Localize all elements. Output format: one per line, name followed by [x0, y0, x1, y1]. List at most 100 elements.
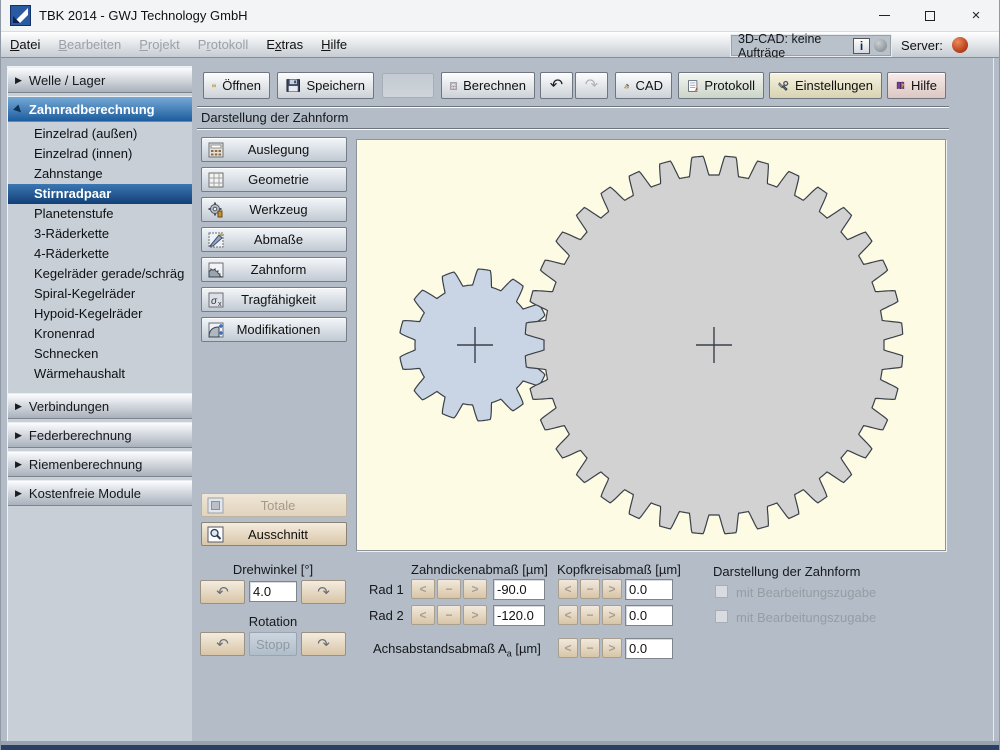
rotation-cw-button[interactable]: ↷ [301, 632, 346, 656]
rad2-prev-button[interactable]: < [411, 605, 435, 625]
rad2-reset-button[interactable]: − [437, 605, 461, 625]
sidebar-item-4-raederkette[interactable]: 4-Räderkette [8, 244, 192, 264]
rotation-ccw-button[interactable]: ↶ [200, 632, 245, 656]
save-button[interactable]: Speichern [277, 72, 374, 99]
auslegung-button[interactable]: Auslegung [201, 137, 347, 162]
sidebar-item-spiral-kegelraeder[interactable]: Spiral-Kegelräder [8, 284, 192, 304]
rad1-reset-button[interactable]: − [437, 579, 461, 599]
kopfkreis1-next-button[interactable]: > [602, 579, 622, 599]
abmasse-button[interactable]: Abmaße [201, 227, 347, 252]
sidebar-item-zahnstange[interactable]: Zahnstange [8, 164, 192, 184]
view-header-title: Darstellung der Zahnform [201, 110, 349, 125]
protocol-document-icon [688, 79, 698, 92]
svg-text:?: ? [901, 83, 904, 88]
achsabstand-next-button[interactable]: > [602, 638, 622, 658]
chevron-right-icon: > [608, 641, 616, 655]
rotate-ccw-icon: ↶ [216, 584, 229, 601]
kopfkreis2-next-button[interactable]: > [602, 605, 622, 625]
chevron-right-icon: > [608, 608, 616, 622]
drehwinkel-input[interactable] [249, 581, 297, 602]
collapsed-arrow-icon: ▶ [15, 429, 22, 440]
kopfkreis2-input[interactable] [625, 605, 673, 626]
achsabstand-prev-button[interactable]: < [558, 638, 578, 658]
menu-extras[interactable]: Extras [257, 32, 312, 57]
zahnform-canvas[interactable] [356, 139, 946, 551]
sidebar-item-waermehaushalt[interactable]: Wärmehaushalt [8, 364, 192, 384]
chevron-left-icon: < [564, 641, 572, 655]
menu-bar: Datei Bearbeiten Projekt Protokoll Extra… [1, 32, 999, 60]
achsabstand-input[interactable] [625, 638, 673, 659]
rotate-ccw-button[interactable]: ↶ [200, 580, 245, 604]
rad1-next-button[interactable]: > [463, 579, 487, 599]
kopfkreis2-prev-button[interactable]: < [558, 605, 578, 625]
achsabstand-reset-button[interactable]: − [580, 638, 600, 658]
sidebar-section-zahnradberechnung[interactable]: ▶ Zahnradberechnung [8, 96, 192, 122]
rad2-zahndicken-input[interactable] [493, 605, 545, 626]
werkzeug-button[interactable]: Werkzeug [201, 197, 347, 222]
kopfkreis1-input[interactable] [625, 579, 673, 600]
undo-icon: ↶ [549, 76, 564, 94]
sidebar-item-schnecken[interactable]: Schnecken [8, 344, 192, 364]
bearbeitungszugabe1-checkbox [715, 585, 728, 598]
protocol-button[interactable]: Protokoll [678, 72, 764, 99]
main-content: ▶ Welle / Lager ▶ Zahnradberechnung Einz… [1, 58, 999, 745]
sidebar-section-kostenfreie-module[interactable]: ▶ Kostenfreie Module [8, 480, 192, 506]
geometrie-button[interactable]: Geometrie [201, 167, 347, 192]
sidebar-section-federberechnung[interactable]: ▶ Federberechnung [8, 422, 192, 448]
window-controls: × [861, 0, 999, 31]
cad-button[interactable]: CAD [615, 72, 672, 99]
menu-bearbeiten: Bearbeiten [58, 37, 122, 52]
sidebar-item-einzelrad-aussen[interactable]: Einzelrad (außen) [8, 124, 192, 144]
modifikationen-button[interactable]: Modifikationen [201, 317, 347, 342]
sidebar-item-einzelrad-innen[interactable]: Einzelrad (innen) [8, 144, 192, 164]
server-status-indicator [952, 37, 968, 53]
sidebar-item-kronenrad[interactable]: Kronenrad [8, 324, 192, 344]
zahnform-label: Zahnform [250, 262, 307, 277]
sidebar-item-3-raederkette[interactable]: 3-Räderkette [8, 224, 192, 244]
gear-mesh-drawing [399, 155, 904, 535]
sidebar-section-welle-lager[interactable]: ▶ Welle / Lager [8, 67, 192, 93]
open-button[interactable]: Öffnen [203, 72, 270, 99]
zahnform-icon [206, 261, 225, 279]
sidebar-section-riemenberechnung[interactable]: ▶ Riemenberechnung [8, 451, 192, 477]
tragfaehigkeit-button[interactable]: σx Tragfähigkeit [201, 287, 347, 312]
sidebar-section-verbindungen[interactable]: ▶ Verbindungen [8, 393, 192, 419]
menu-hilfe[interactable]: Hilfe [312, 32, 356, 57]
rad2-next-button[interactable]: > [463, 605, 487, 625]
ausschnitt-button[interactable]: Ausschnitt [201, 522, 347, 546]
kopfkreis1-reset-button[interactable]: − [580, 579, 600, 599]
cad-info-button[interactable]: i [853, 37, 870, 54]
header-separator [197, 128, 949, 130]
svg-text:x: x [218, 301, 222, 308]
zahnform-button[interactable]: Zahnform [201, 257, 347, 282]
section-label: Riemenberechnung [28, 456, 143, 472]
maximize-icon [925, 10, 935, 21]
rotate-cw-button[interactable]: ↷ [301, 580, 346, 604]
sidebar-item-kegelraeder[interactable]: Kegelräder gerade/schräg [8, 264, 192, 284]
calculate-button[interactable]: Berechnen [441, 72, 535, 99]
minus-icon: − [445, 608, 453, 622]
close-button[interactable]: × [953, 0, 999, 31]
save-label: Speichern [306, 78, 365, 93]
abmasse-icon [206, 231, 225, 249]
window-bottom-border [1, 745, 999, 750]
minimize-icon [878, 15, 890, 16]
rad2-spin-group: < − > [411, 605, 487, 625]
minus-icon: − [445, 582, 453, 596]
minimize-button[interactable] [861, 0, 907, 31]
chevron-left-icon: < [419, 608, 427, 622]
undo-button[interactable]: ↶ [540, 72, 573, 99]
title-bar: TBK 2014 - GWJ Technology GmbH × [1, 0, 999, 32]
menu-datei[interactable]: Datei [1, 32, 49, 57]
rad1-prev-button[interactable]: < [411, 579, 435, 599]
rad2-label: Rad 2 [369, 608, 404, 623]
settings-button[interactable]: Einstellungen [769, 72, 882, 99]
rad1-zahndicken-input[interactable] [493, 579, 545, 600]
kopfkreis1-prev-button[interactable]: < [558, 579, 578, 599]
sidebar-item-hypoid-kegelraeder[interactable]: Hypoid-Kegelräder [8, 304, 192, 324]
sidebar-item-planetenstufe[interactable]: Planetenstufe [8, 204, 192, 224]
help-button[interactable]: ? Hilfe [887, 72, 946, 99]
maximize-button[interactable] [907, 0, 953, 31]
sidebar-item-stirnradpaar[interactable]: Stirnradpaar [8, 184, 192, 204]
kopfkreis2-reset-button[interactable]: − [580, 605, 600, 625]
